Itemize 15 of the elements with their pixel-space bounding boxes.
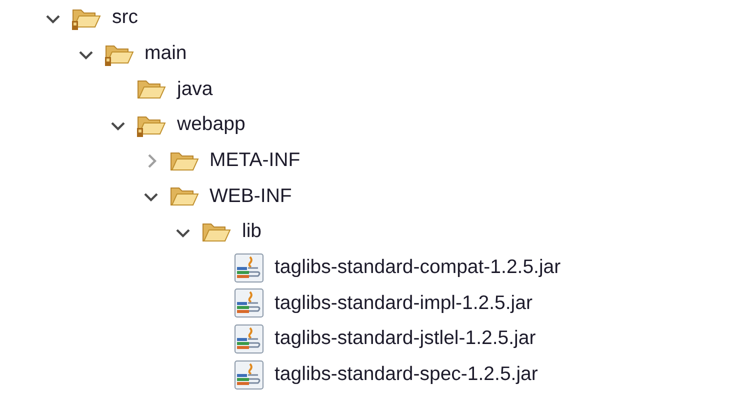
tree-item-label[interactable]: taglibs-standard-compat-1.2.5.jar (274, 253, 561, 282)
tree-item-label[interactable]: WEB-INF (210, 182, 292, 211)
tree-item-label[interactable]: webapp (177, 110, 246, 140)
tree-item-label[interactable]: META-INF (210, 146, 300, 176)
tree-item-label[interactable]: java (177, 74, 213, 104)
tree-item-label[interactable]: taglibs-standard-impl-1.2.5.jar (274, 288, 532, 318)
tree-item-label[interactable]: taglibs-standard-spec-1.2.5.jar (274, 360, 538, 390)
jar-file-icon (234, 252, 264, 283)
tree-item-label[interactable]: src (112, 3, 138, 32)
jar-file-icon (234, 288, 264, 318)
tree-item-label[interactable]: taglibs-standard-jstlel-1.2.5.jar (274, 324, 536, 354)
jar-file-icon (234, 324, 264, 354)
tree-item-label[interactable]: main (144, 38, 187, 68)
jar-file-icon (234, 360, 264, 390)
tree-item-label[interactable]: lib (242, 217, 262, 247)
